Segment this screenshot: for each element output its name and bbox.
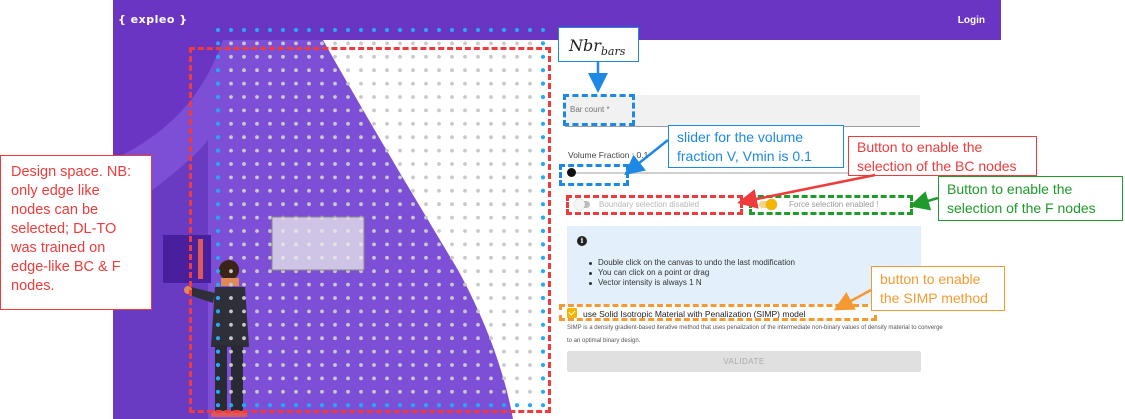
design-space-frame [189,47,551,413]
edge-node[interactable] [293,27,299,33]
slider-note: slider for the volume fraction V, Vmin i… [677,129,812,164]
edge-node[interactable] [332,27,338,33]
brand-logo[interactable]: { expleo } [118,13,188,26]
interior-node [398,41,402,46]
bar-count-frame [563,94,635,126]
nbr-bars-sub: bars [600,45,626,59]
edge-node[interactable] [540,27,546,33]
edge-node[interactable] [241,27,247,33]
info-box: i Double click on the canvas to undo the… [567,226,921,304]
edge-node[interactable] [319,27,325,33]
interior-node [294,41,298,46]
interior-node [229,41,233,46]
edge-node[interactable] [501,27,507,33]
info-item: You can click on a point or drag [589,268,795,278]
edge-node[interactable] [540,41,546,46]
interior-node [307,41,311,46]
edge-node[interactable] [475,27,481,33]
edge-node[interactable] [462,27,468,33]
interior-node [528,41,532,46]
edge-node[interactable] [371,27,377,33]
bc-button-note: Button to enable the selection of the BC… [857,139,1017,174]
edge-node[interactable] [488,27,494,33]
edge-node[interactable] [514,27,520,33]
edge-node[interactable] [410,27,416,33]
info-list: Double click on the canvas to undo the l… [589,258,795,288]
volume-fraction-label: Volume Fraction : 0.1 [568,150,649,160]
interior-node [333,41,337,46]
force-toggle-frame [749,195,913,215]
edge-node[interactable] [358,27,364,33]
interior-node [320,41,324,46]
info-item: Vector intensity is always 1 N [589,278,795,288]
nbr-bars-callout: Nbrbars [558,27,639,62]
edge-node[interactable] [280,27,286,33]
interior-node [476,41,480,46]
login-link[interactable]: Login [958,15,985,26]
interior-node [242,41,246,46]
interior-node [502,41,506,46]
interior-node [411,41,415,46]
simp-description: SIMP is a density gradient-based iterati… [567,325,943,344]
interior-node [255,41,259,46]
validate-button[interactable]: VALIDATE [567,351,921,372]
interior-node [281,41,285,46]
interior-node [372,41,376,46]
bc-button-callout: Button to enable the selection of the BC… [848,136,1037,176]
edge-node[interactable] [267,27,273,33]
interior-node [437,41,441,46]
edge-node[interactable] [384,27,390,33]
edge-node[interactable] [254,27,260,33]
edge-node[interactable] [449,27,455,33]
info-icon: i [577,236,587,246]
slider-frame [559,164,629,186]
simp-button-note: button to enable the SIMP method [880,271,988,306]
interior-node [346,41,350,46]
interior-node [515,41,519,46]
screenshot-stage: { expleo } Login Bar count * Volume Frac… [0,0,1125,419]
interior-node [385,41,389,46]
edge-node[interactable] [215,27,221,33]
nbr-bars-main: Nbr [569,36,601,55]
interior-node [450,41,454,46]
boundary-toggle-frame [566,195,743,215]
edge-node[interactable] [228,27,234,33]
interior-node [359,41,363,46]
edge-node[interactable] [345,27,351,33]
interior-node [268,41,272,46]
edge-node[interactable] [527,27,533,33]
design-space-note: Design space. NB: only edge like nodes c… [11,164,132,294]
simp-checkbox-frame [559,304,877,321]
edge-node[interactable] [436,27,442,33]
design-space-callout: Design space. NB: only edge like nodes c… [0,155,152,310]
interior-node [424,41,428,46]
f-button-callout: Button to enable the selection of the F … [938,176,1123,221]
interior-node [463,41,467,46]
edge-node[interactable] [306,27,312,33]
edge-node[interactable] [397,27,403,33]
f-button-note: Button to enable the selection of the F … [947,181,1096,216]
info-item: Double click on the canvas to undo the l… [589,258,795,268]
nbr-bars-note: Nbrbars [569,36,625,61]
edge-node[interactable] [423,27,429,33]
edge-node[interactable] [215,41,221,46]
slider-callout: slider for the volume fraction V, Vmin i… [668,125,844,168]
simp-button-callout: button to enable the SIMP method [871,266,1005,311]
interior-node [489,41,493,46]
